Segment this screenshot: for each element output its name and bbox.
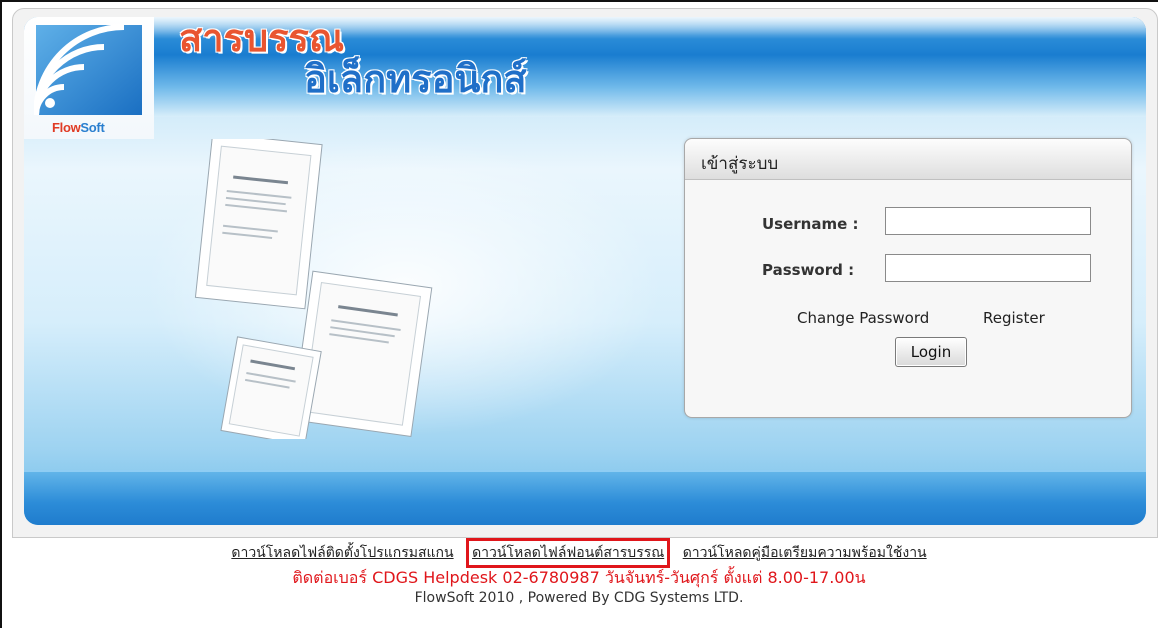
footer-links: ดาวน์โหลดไฟล์ติดตั้งโปรแกรมสแกน ดาวน์โหล… bbox=[0, 538, 1158, 568]
password-input[interactable] bbox=[885, 254, 1091, 282]
login-panel-header: เข้าสู่ระบบ bbox=[685, 139, 1131, 180]
login-title: เข้าสู่ระบบ bbox=[701, 154, 779, 174]
flowsoft-logo-icon bbox=[34, 24, 142, 116]
powered-by: FlowSoft 2010 , Powered By CDG Systems L… bbox=[414, 590, 744, 606]
download-font-link[interactable]: ดาวน์โหลดไฟล์ฟอนต์สารบรรณ bbox=[466, 538, 671, 568]
window-frame-left bbox=[0, 0, 2, 628]
register-link[interactable]: Register bbox=[983, 309, 1045, 327]
app-title-line1: สารบรรณ bbox=[179, 18, 345, 60]
download-scanner-installer-link[interactable]: ดาวน์โหลดไฟล์ติดตั้งโปรแกรมสแกน bbox=[229, 542, 455, 564]
app-banner: FlowSoft สารบรรณ อิเล็กทรอนิกส์ เข้าสู่ร… bbox=[24, 17, 1146, 525]
helpdesk-contact: ติดต่อเบอร์ CDGS Helpdesk 02-6780987 วัน… bbox=[292, 568, 866, 587]
login-panel: เข้าสู่ระบบ Username : Password : Change… bbox=[684, 138, 1132, 418]
app-title-line2: อิเล็กทรอนิกส์ bbox=[304, 59, 527, 101]
username-label: Username : bbox=[762, 215, 859, 233]
certificate-documents-illustration bbox=[194, 139, 433, 439]
download-manual-link[interactable]: ดาวน์โหลดคู่มือเตรียมความพร้อมใช้งาน bbox=[681, 542, 929, 564]
change-password-link[interactable]: Change Password bbox=[797, 309, 929, 327]
logo-box: FlowSoft bbox=[24, 17, 154, 139]
bottom-bar bbox=[24, 470, 1146, 525]
username-input[interactable] bbox=[885, 207, 1091, 235]
login-button[interactable]: Login bbox=[895, 337, 967, 367]
bottom-bar-shine bbox=[24, 470, 1146, 472]
password-label: Password : bbox=[762, 261, 855, 279]
brand-logo-text: FlowSoft bbox=[52, 120, 105, 135]
window-frame-top bbox=[0, 0, 1158, 2]
